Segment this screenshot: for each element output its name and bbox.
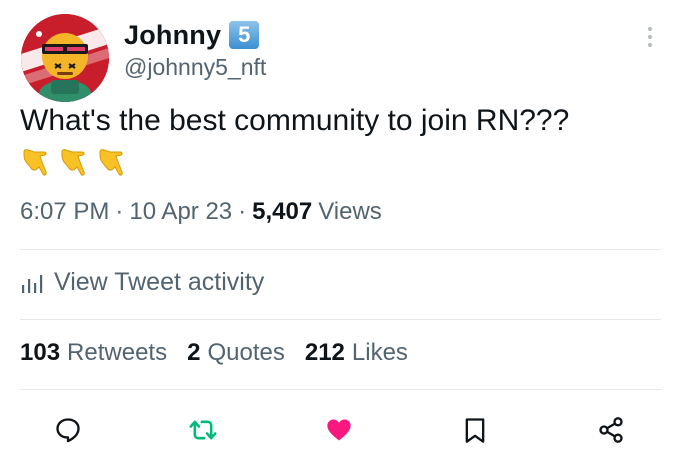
author-display-name[interactable]: Johnny bbox=[124, 20, 221, 51]
more-dot bbox=[648, 27, 652, 31]
more-options-icon[interactable] bbox=[640, 22, 660, 52]
share-button[interactable] bbox=[595, 414, 627, 446]
tweet-date[interactable]: 10 Apr 23 bbox=[129, 198, 232, 226]
quotes-count: 2 bbox=[187, 339, 201, 366]
more-dot bbox=[648, 35, 652, 39]
views-label: Views bbox=[318, 198, 382, 225]
retweet-icon bbox=[189, 420, 217, 440]
tweet-text: What's the best community to join RN??? bbox=[20, 104, 570, 137]
divider bbox=[20, 389, 661, 390]
divider bbox=[20, 249, 661, 250]
retweets-count: 103 bbox=[20, 339, 61, 366]
reply-icon bbox=[56, 418, 80, 443]
avatar[interactable] bbox=[21, 14, 109, 102]
keycap-five-badge: 5 bbox=[229, 21, 260, 49]
meta-separator: · bbox=[115, 198, 124, 225]
analytics-icon bbox=[22, 274, 43, 293]
retweets-stat[interactable]: 103 Retweets bbox=[20, 339, 167, 367]
tweet-time[interactable]: 6:07 PM bbox=[20, 198, 109, 226]
quotes-stat[interactable]: 2 Quotes bbox=[187, 339, 285, 367]
emoji-row bbox=[20, 148, 130, 178]
view-tweet-activity-label: View Tweet activity bbox=[54, 268, 265, 296]
retweet-button[interactable] bbox=[187, 414, 219, 446]
engagement-stats: 103 Retweets 2 Quotes 212 Likes bbox=[20, 339, 428, 367]
tweet-meta: 6:07 PM · 10 Apr 23 · 5,407 Views bbox=[20, 198, 382, 226]
reply-button[interactable] bbox=[52, 414, 84, 446]
meta-separator: · bbox=[238, 198, 247, 225]
author-handle[interactable]: @johnny5_nft bbox=[124, 54, 266, 81]
divider bbox=[20, 319, 661, 320]
action-bar bbox=[0, 406, 680, 452]
bookmark-button[interactable] bbox=[459, 414, 491, 446]
view-tweet-activity-link[interactable]: View Tweet activity bbox=[20, 268, 264, 297]
pointing-down-emoji-icon bbox=[58, 148, 92, 178]
tweet-detail: Johnny 5 @johnny5_nft What's the best co… bbox=[0, 0, 680, 456]
pointing-down-emoji-icon bbox=[20, 148, 54, 178]
avatar-image bbox=[21, 14, 109, 102]
like-icon bbox=[327, 419, 351, 441]
likes-count: 212 bbox=[304, 339, 345, 366]
pointing-down-emoji-icon bbox=[96, 148, 130, 178]
views-count: 5,407 bbox=[252, 198, 313, 225]
bookmark-icon bbox=[465, 418, 485, 443]
like-button[interactable] bbox=[323, 414, 355, 446]
likes-label: Likes bbox=[351, 339, 408, 366]
retweets-label: Retweets bbox=[67, 339, 168, 366]
quotes-label: Quotes bbox=[207, 339, 285, 366]
share-icon bbox=[599, 417, 623, 443]
likes-stat[interactable]: 212 Likes bbox=[305, 339, 408, 367]
author-name-row: Johnny 5 bbox=[124, 18, 260, 52]
more-dot bbox=[648, 43, 652, 47]
